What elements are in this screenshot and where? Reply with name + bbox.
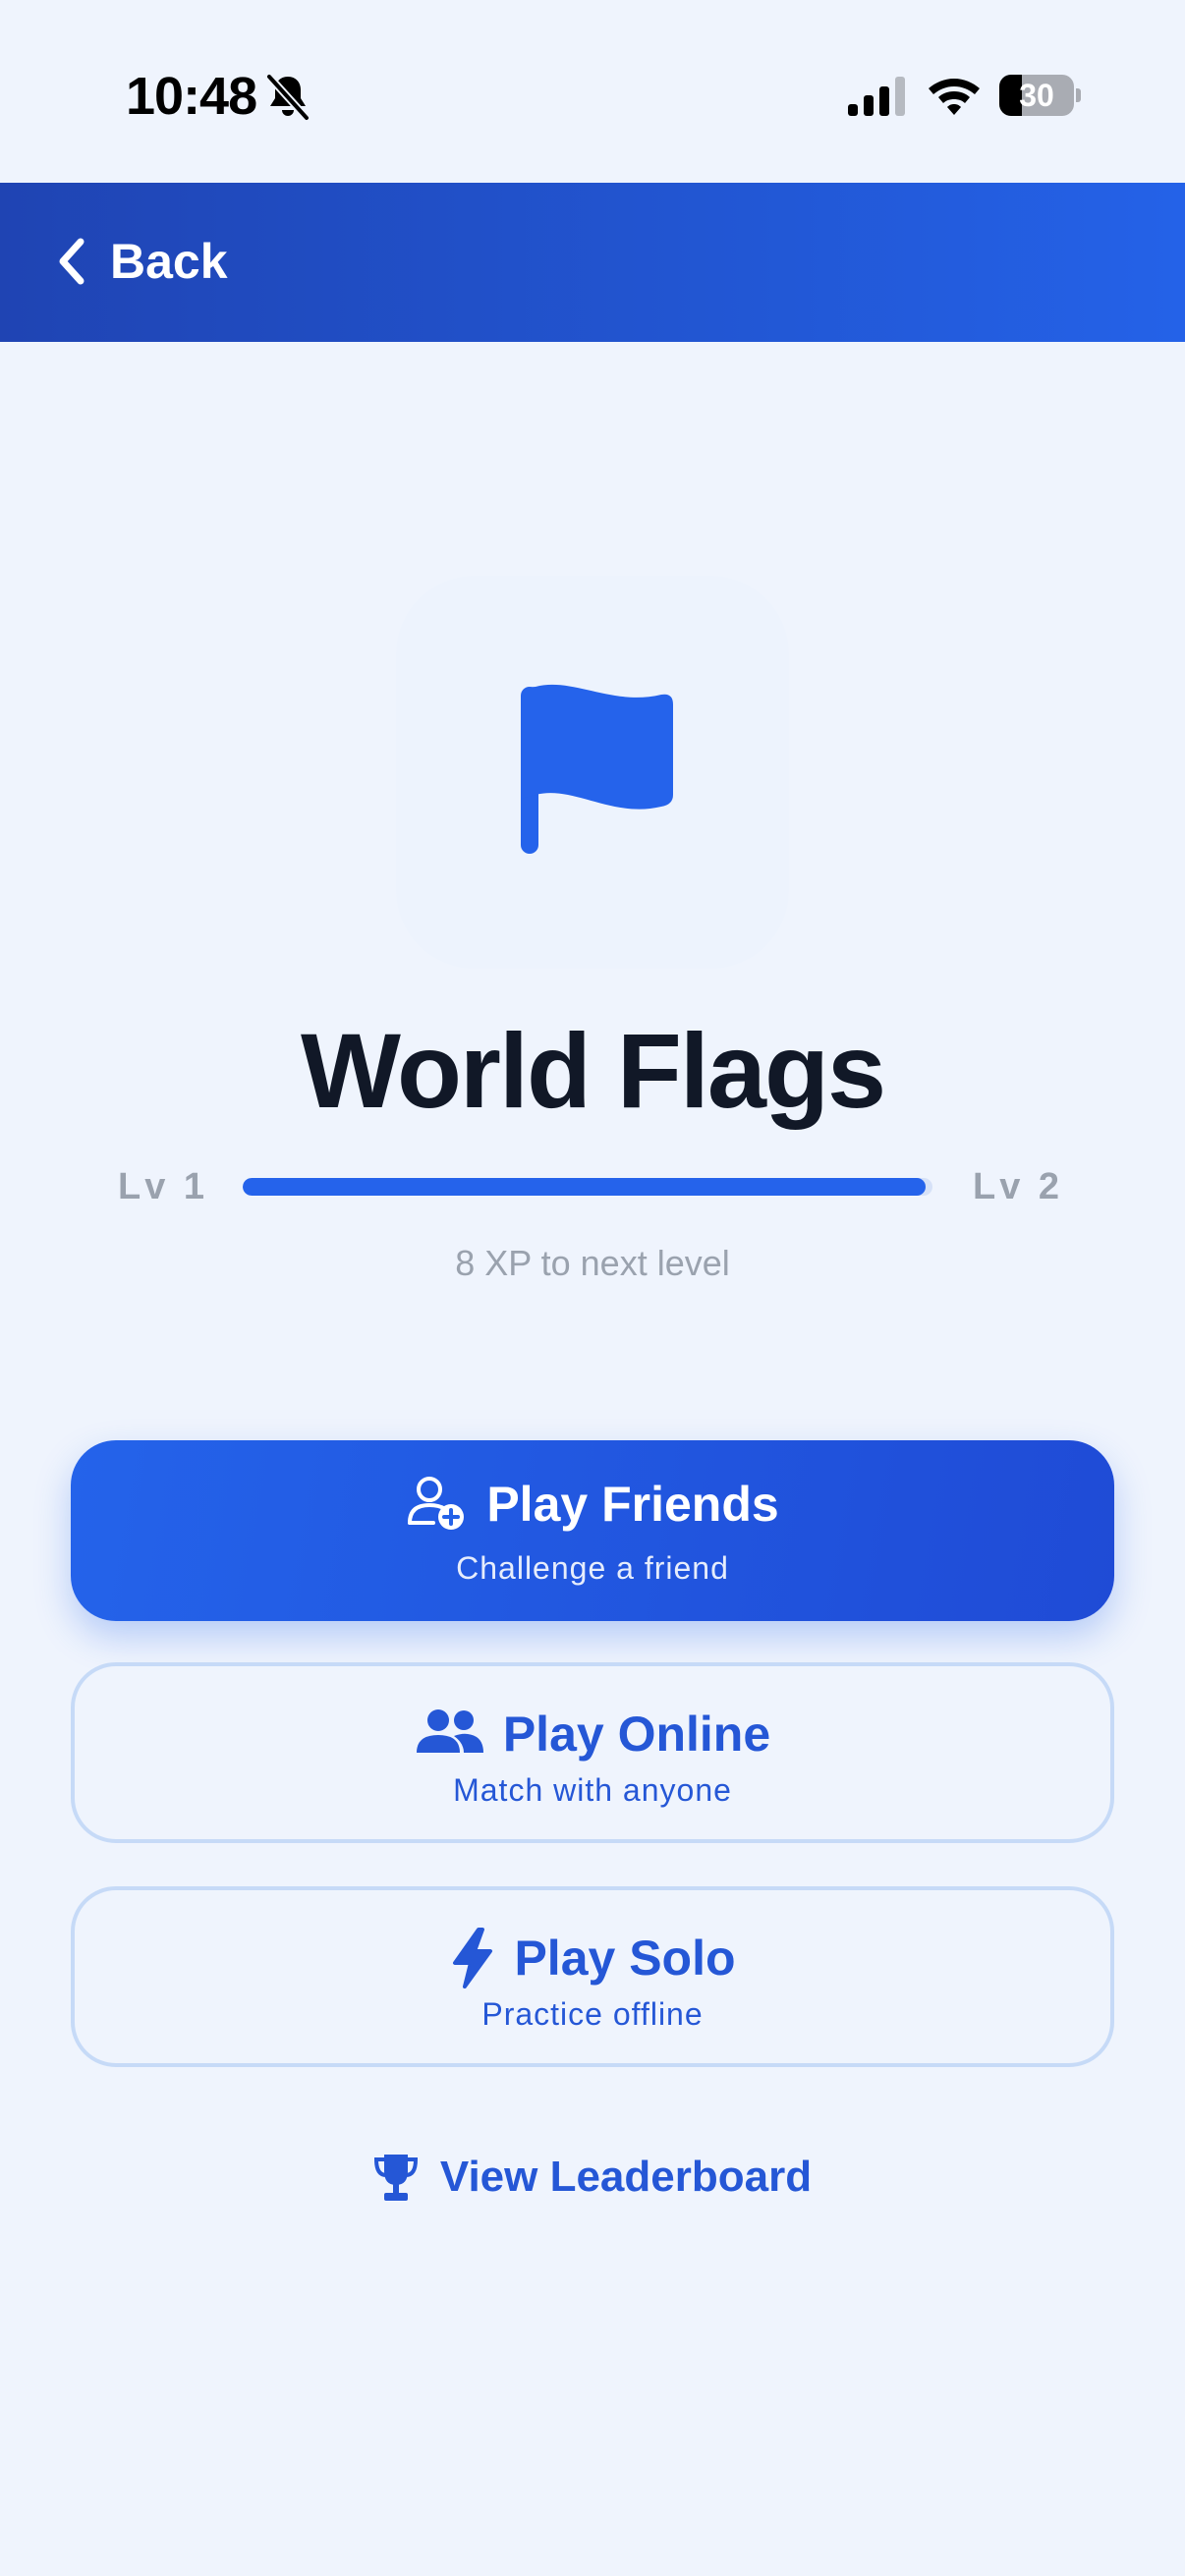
back-button[interactable]: Back — [55, 222, 228, 301]
game-icon-tile — [396, 576, 789, 969]
xp-remaining-text: 8 XP to next level — [455, 1243, 730, 1283]
play-friends-title: Play Friends — [486, 1477, 779, 1532]
play-friends-subtitle: Challenge a friend — [456, 1550, 729, 1586]
play-friends-button[interactable]: Play Friends Challenge a friend — [71, 1440, 1114, 1621]
bolt-icon — [453, 1928, 493, 1988]
app-header: Back — [0, 183, 1185, 342]
next-level-label: Lv 2 — [973, 1166, 1064, 1207]
users-icon — [416, 1709, 483, 1753]
level-progress-bar — [243, 1178, 932, 1196]
view-leaderboard-link[interactable]: View Leaderboard — [0, 2144, 1185, 2211]
bell-slash-icon — [266, 74, 310, 121]
level-progress-fill — [243, 1178, 926, 1196]
back-label: Back — [110, 234, 228, 289]
play-solo-subtitle: Practice offline — [481, 1996, 704, 2032]
user-plus-icon — [408, 1477, 465, 1530]
wifi-icon — [929, 79, 980, 115]
play-online-subtitle: Match with anyone — [453, 1772, 732, 1808]
cellular-signal-icon — [848, 77, 905, 116]
view-leaderboard-label: View Leaderboard — [439, 2153, 813, 2201]
status-bar: 10:48 30 — [0, 0, 1185, 183]
battery-icon: 30 — [999, 75, 1081, 116]
game-title: World Flags — [300, 1011, 886, 1130]
status-time: 10:48 — [126, 67, 257, 126]
chevron-left-icon — [59, 238, 85, 285]
flag-icon — [521, 684, 673, 854]
current-level-label: Lv 1 — [118, 1166, 209, 1207]
game-lobby-screen: 10:48 30 Back World Flags Lv 1 Lv 2 8 XP… — [0, 0, 1185, 2576]
play-online-button[interactable]: Play Online Match with anyone — [71, 1662, 1114, 1843]
play-online-title: Play Online — [502, 1707, 771, 1762]
play-solo-title: Play Solo — [514, 1931, 736, 1986]
battery-level: 30 — [1019, 78, 1054, 113]
trophy-icon — [373, 2155, 418, 2201]
play-solo-button[interactable]: Play Solo Practice offline — [71, 1886, 1114, 2067]
